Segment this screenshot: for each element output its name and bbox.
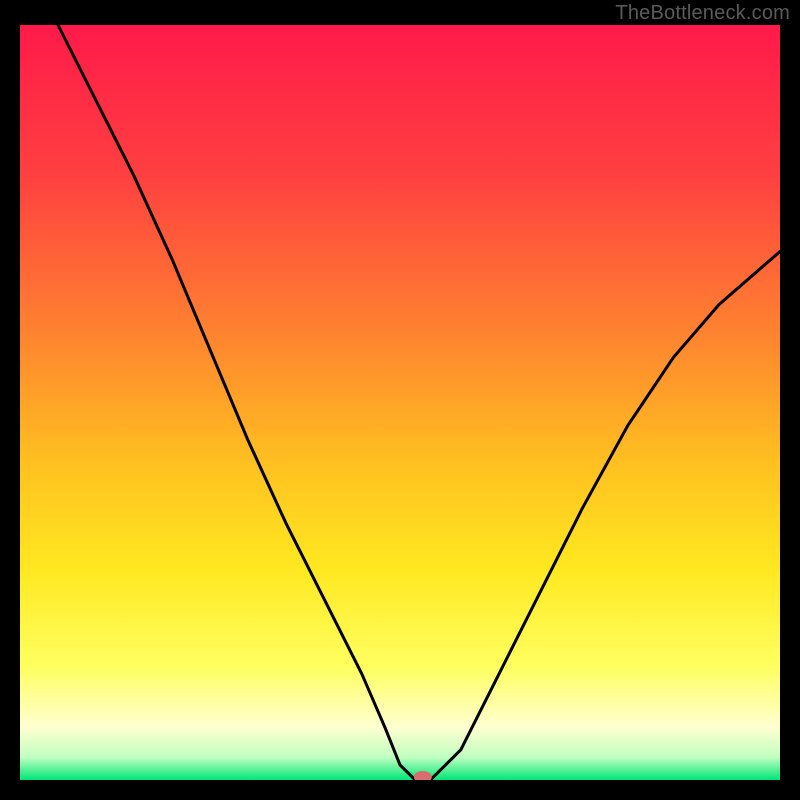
chart-frame: TheBottleneck.com — [0, 0, 800, 800]
plot-area — [20, 25, 780, 780]
watermark-text: TheBottleneck.com — [615, 2, 790, 25]
chart-svg — [20, 25, 780, 780]
chart-background — [20, 25, 780, 780]
